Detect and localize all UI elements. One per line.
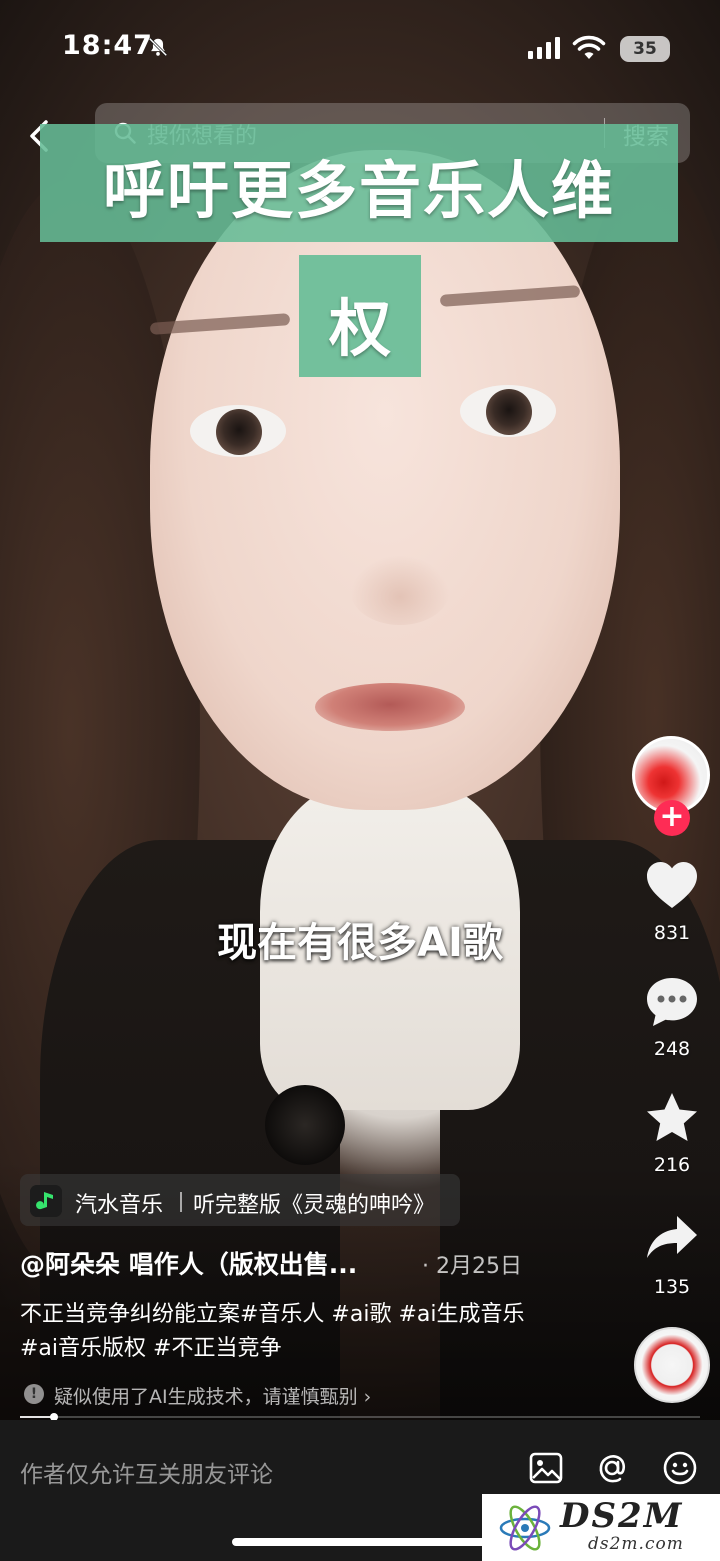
mention-icon[interactable] [594,1450,630,1486]
music-disc[interactable] [634,1327,710,1403]
share-icon[interactable] [644,1210,700,1266]
watermark-site: ds2m.com [588,1534,684,1554]
watermark-brand: DS2M [560,1496,684,1536]
video-eye-left [190,405,286,457]
comment-count: 248 [653,1038,691,1060]
status-time: 18:47 [62,30,153,61]
caption-line2[interactable]: #ai音乐版权 #不正当竞争 [20,1330,281,1362]
progress-track[interactable] [20,1416,700,1418]
heart-icon[interactable] [644,858,700,914]
post-date: · 2月25日 [422,1254,522,1279]
wifi-icon [572,35,606,59]
author-name[interactable]: @阿朵朵 唱作人（版权出售... [20,1245,357,1281]
share-count: 135 [653,1276,691,1298]
home-indicator[interactable] [232,1538,488,1546]
like-count: 831 [653,922,691,944]
music-divider [180,1192,182,1212]
music-track[interactable]: 听完整版《灵魂的呻吟》 [193,1187,435,1219]
ai-notice[interactable]: 疑似使用了AI生成技术，请谨慎甄别 › [54,1382,371,1409]
emoji-icon[interactable] [662,1450,698,1486]
video-title-line1: 呼吁更多音乐人维 [102,154,615,227]
video-coat-button [265,1085,345,1165]
warning-icon: ! [24,1384,44,1404]
comment-input[interactable]: 作者仅允许互关朋友评论 [20,1455,273,1489]
caption-line1[interactable]: 不正当竞争纠纷能立案#音乐人 #ai歌 #ai生成音乐 [20,1296,524,1328]
video-mouth [315,683,465,731]
image-icon[interactable] [528,1450,564,1486]
bell-off-icon [148,37,168,57]
atom-logo-icon [499,1505,551,1551]
comment-icon[interactable] [644,974,700,1030]
video-subtitle: 现在有很多AI歌 [217,920,503,966]
battery-icon: 35 [620,36,670,62]
video-eye-right [460,385,556,437]
follow-button[interactable]: + [654,800,690,836]
progress-fill [20,1416,54,1418]
music-app-name[interactable]: 汽水音乐 [75,1187,163,1219]
favorite-count: 216 [653,1154,691,1176]
video-title-line2: 权 [328,292,391,365]
video-nose [350,555,450,625]
signal-icon [528,37,560,59]
star-icon[interactable] [644,1090,700,1146]
music-note-icon [30,1185,62,1217]
